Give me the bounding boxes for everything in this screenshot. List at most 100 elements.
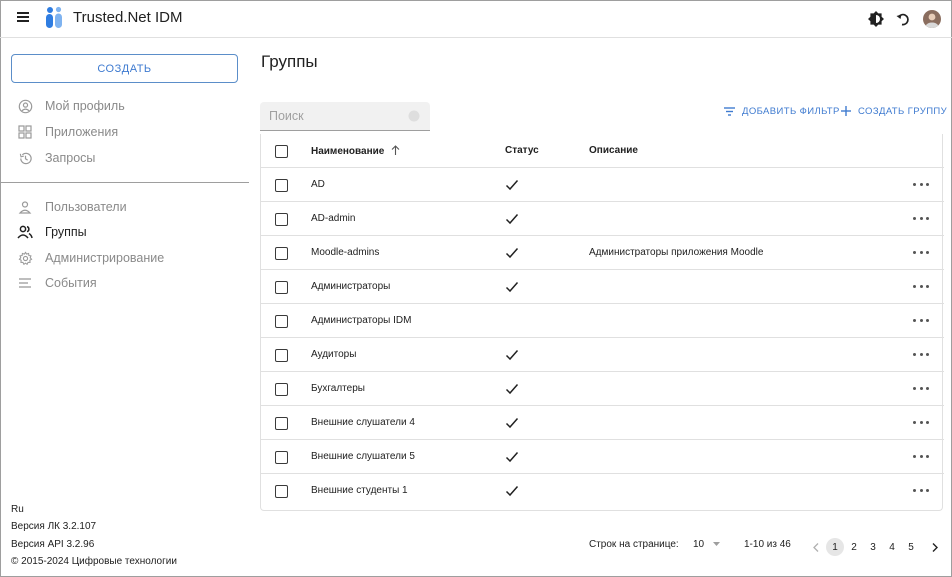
row-checkbox[interactable] [275, 349, 288, 362]
page-button-2[interactable]: 2 [845, 538, 863, 556]
table-row[interactable]: Moodle-admins Администраторы приложения M… [261, 236, 944, 270]
group-name: Внешние студенты 1 [311, 485, 408, 496]
more-actions-icon[interactable] [913, 421, 929, 427]
row-checkbox[interactable] [275, 281, 288, 294]
next-page-icon[interactable] [926, 538, 944, 556]
sidebar-item-administration[interactable]: Администрирование [17, 248, 164, 268]
more-actions-icon[interactable] [913, 285, 929, 291]
column-header-description[interactable]: Описание [589, 145, 638, 156]
page-button-1[interactable]: 1 [826, 538, 844, 556]
app-title: Trusted.Net IDM [73, 9, 183, 26]
more-actions-icon[interactable] [913, 387, 929, 393]
logo-icon [46, 6, 62, 28]
page-button-5[interactable]: 5 [902, 538, 920, 556]
gear-icon [17, 250, 33, 266]
table-row[interactable]: Бухгалтеры [261, 372, 944, 406]
menu-icon[interactable] [14, 10, 32, 28]
group-name: Аудиторы [311, 349, 357, 360]
row-checkbox[interactable] [275, 179, 288, 192]
group-name: Внешние слушатели 5 [311, 451, 415, 462]
filter-icon [724, 106, 735, 116]
row-checkbox[interactable] [275, 247, 288, 260]
sidebar-item-apps[interactable]: Приложения [17, 122, 118, 142]
more-actions-icon[interactable] [913, 251, 929, 257]
app-header: Trusted.Net IDM [0, 0, 952, 38]
refresh-icon[interactable] [893, 9, 913, 29]
group-name: AD-admin [311, 213, 356, 224]
group-name: Администраторы IDM [311, 315, 412, 326]
sidebar-item-events[interactable]: События [17, 273, 97, 293]
group-name: Moodle-admins [311, 247, 380, 258]
more-actions-icon[interactable] [913, 319, 929, 325]
sidebar-divider [0, 182, 249, 183]
avatar[interactable] [922, 9, 942, 29]
check-icon [505, 180, 519, 191]
dropdown-arrow-icon [712, 542, 720, 546]
row-checkbox[interactable] [275, 451, 288, 464]
column-header-name[interactable]: Наименование [311, 145, 400, 157]
table-row[interactable]: Администраторы [261, 270, 944, 304]
table-row[interactable]: Аудиторы [261, 338, 944, 372]
more-actions-icon[interactable] [913, 183, 929, 189]
more-actions-icon[interactable] [913, 455, 929, 461]
sidebar-item-label: Приложения [45, 125, 119, 139]
check-icon [505, 418, 519, 429]
table-row[interactable]: Внешние слушатели 4 [261, 406, 944, 440]
column-name-label: Наименование [311, 146, 385, 157]
table-row[interactable]: AD [261, 168, 944, 202]
history-icon [17, 150, 33, 166]
check-icon [505, 452, 519, 463]
table-row[interactable]: Администраторы IDM [261, 304, 944, 338]
row-checkbox[interactable] [275, 485, 288, 498]
events-icon [17, 275, 33, 291]
more-actions-icon[interactable] [913, 217, 929, 223]
column-header-status[interactable]: Статус [505, 145, 539, 156]
table-row[interactable]: AD-admin [261, 202, 944, 236]
search-field[interactable] [260, 102, 430, 131]
group-name: Администраторы [311, 281, 391, 292]
more-actions-icon[interactable] [913, 353, 929, 359]
pagination-range: 1-10 из 46 [744, 539, 791, 550]
groups-table: Наименование Статус Описание AD AD-admin M… [260, 134, 944, 511]
sidebar-item-label: Мой профиль [45, 99, 125, 113]
groups-icon [17, 224, 33, 240]
sidebar-item-requests[interactable]: Запросы [17, 148, 95, 168]
sidebar-item-groups[interactable]: Группы [17, 222, 87, 242]
rows-per-page-value: 10 [693, 539, 705, 550]
page-button-4[interactable]: 4 [883, 538, 901, 556]
select-all-checkbox[interactable] [275, 145, 288, 158]
sidebar-item-label: Запросы [45, 151, 96, 165]
version-lk: Версия ЛК 3.2.107 [11, 521, 97, 532]
row-checkbox[interactable] [275, 315, 288, 328]
search-input[interactable] [260, 102, 430, 130]
check-icon [505, 282, 519, 293]
row-checkbox[interactable] [275, 417, 288, 430]
sidebar-item-label: События [45, 276, 97, 290]
group-name: AD [311, 179, 325, 190]
create-button[interactable]: СОЗДАТЬ [11, 54, 238, 83]
copyright: © 2015-2024 Цифровые технологии [11, 556, 177, 567]
clear-icon[interactable] [408, 110, 420, 122]
sidebar-item-profile[interactable]: Мой профиль [17, 96, 125, 116]
rows-per-page-select[interactable]: 10 [693, 539, 720, 550]
page-title: Группы [261, 52, 318, 71]
sidebar: СОЗДАТЬ Мой профиль Приложения Запросы П… [0, 38, 250, 576]
profile-icon [17, 98, 33, 114]
group-name: Внешние слушатели 4 [311, 417, 415, 428]
prev-page-icon[interactable] [807, 538, 825, 556]
add-filter-button[interactable]: ДОБАВИТЬ ФИЛЬТР [724, 103, 840, 119]
theme-toggle-icon[interactable] [866, 9, 886, 29]
sidebar-item-label: Группы [45, 225, 87, 239]
create-group-button[interactable]: СОЗДАТЬ ГРУППУ [841, 103, 947, 119]
table-row[interactable]: Внешние слушатели 5 [261, 440, 944, 474]
language-label[interactable]: Ru [11, 504, 24, 515]
row-checkbox[interactable] [275, 213, 288, 226]
more-actions-icon[interactable] [913, 489, 929, 495]
plus-icon [841, 106, 851, 116]
sort-arrow-up-icon[interactable] [391, 145, 400, 155]
page-button-3[interactable]: 3 [864, 538, 882, 556]
check-icon [505, 486, 519, 497]
sidebar-item-users[interactable]: Пользователи [17, 197, 127, 217]
table-row[interactable]: Внешние студенты 1 [261, 474, 944, 508]
row-checkbox[interactable] [275, 383, 288, 396]
